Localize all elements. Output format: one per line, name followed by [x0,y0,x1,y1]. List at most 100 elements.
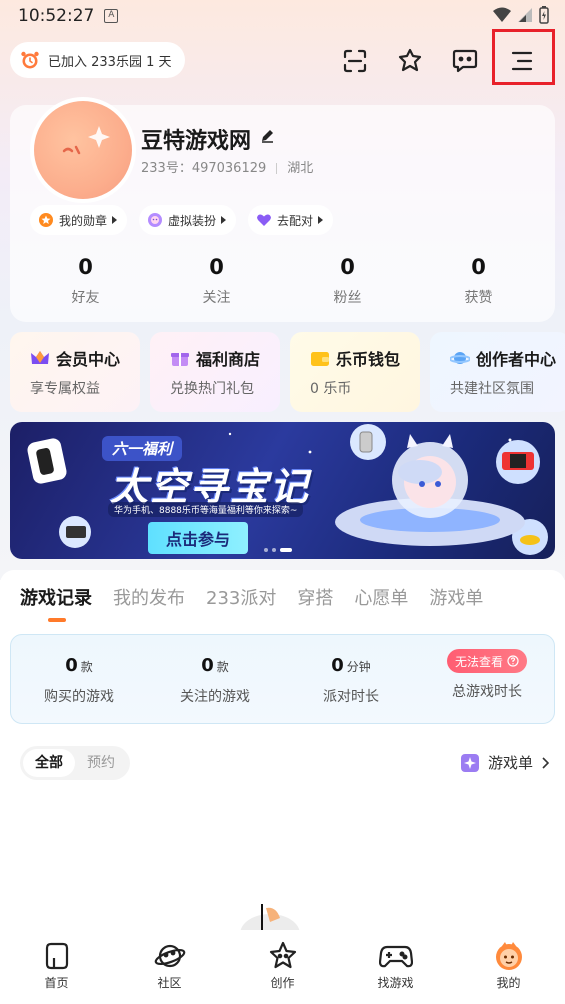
avatar-dress-icon [148,213,163,227]
quick-link-membership[interactable]: 会员中心 享专属权益 [10,332,140,412]
promo-banner[interactable]: 六一福利 太空寻宝记 华为手机、8888乐币等海量福利等你来探索~ 点击参与 [10,422,555,559]
battery-icon [539,6,549,24]
divider [276,163,278,174]
status-badge: A [104,9,119,23]
quick-link-title: 福利商店 [196,350,261,369]
gift-icon [171,353,189,366]
chip-medals[interactable]: 我的勋章 [30,205,128,235]
community-planet-icon [154,944,185,968]
home-icon [45,942,68,970]
user-location: 湖北 [287,161,314,176]
triangle-right-icon [112,216,118,224]
quick-link-wallet[interactable]: 乐币钱包 0 乐币 [290,332,420,412]
chip-label: 虚拟装扮 [168,213,217,228]
stat-label: 粉丝 [333,290,362,306]
content-tabs: 游戏记录 我的发布 233派对 穿搭 心愿单 游戏单 [20,584,504,610]
stat-value: 0 [209,255,224,279]
quick-link-sub: 0 乐币 [310,381,352,397]
nav-community[interactable]: 社区 [120,940,220,991]
game-list-icon [460,753,479,772]
stat-purchased-games[interactable]: 0款 购买的游戏 [11,655,147,706]
avatar-mascot-image [34,101,132,199]
stat-unit: 分钟 [346,660,371,674]
game-list-link[interactable]: 游戏单 [460,752,549,773]
quick-link-title: 乐币钱包 [336,350,401,369]
nav-profile[interactable]: 我的 [459,940,559,991]
puzzle-button[interactable] [393,44,427,78]
quick-link-sub: 兑换热门礼包 [170,381,254,397]
chip-dress-up[interactable]: 虚拟装扮 [139,205,237,235]
profile-card: 豆特游戏网 233号：497036129 湖北 我的勋章 虚拟装扮 去配对 0 好… [10,97,555,322]
nav-find-games[interactable]: 找游戏 [346,940,446,991]
banner-subtitle: 华为手机、8888乐币等海量福利等你来探索~ [108,502,304,517]
stat-following[interactable]: 0 关注 [151,255,282,307]
mascot-peek-image [240,900,300,934]
banner-pager [264,548,292,552]
stat-followed-games[interactable]: 0款 关注的游戏 [147,655,283,706]
stat-party-duration[interactable]: 0 分钟 派对时长 [283,655,419,706]
avatar[interactable] [30,97,136,203]
banner-cta-button[interactable]: 点击参与 [148,522,249,554]
nav-home[interactable]: 首页 [7,940,107,991]
stat-label: 关注的游戏 [180,689,250,705]
cannot-view-badge[interactable]: 无法查看 [446,649,527,673]
profile-mascot-icon [495,942,522,970]
joined-days-pill[interactable]: 已加入 233乐园 1 天 [10,42,186,78]
signal-icon [518,8,532,22]
profile-stats: 0 好友 0 关注 0 粉丝 0 获赞 [10,255,555,307]
status-bar: 10:52:27 A [0,0,565,32]
tab-game-lists[interactable]: 游戏单 [429,584,483,610]
quick-links: 会员中心 享专属权益 福利商店 兑换热门礼包 乐币钱包 0 乐币 创作者中心 共… [10,332,565,412]
tab-wishlist[interactable]: 心愿单 [354,584,408,610]
scan-icon [343,49,367,73]
stat-value: 0 [331,655,344,676]
stat-fans[interactable]: 0 粉丝 [282,255,413,307]
stat-total-play-time[interactable]: 无法查看 总游戏时长 [419,649,555,701]
tab-game-records[interactable]: 游戏记录 [20,584,92,610]
game-stats-card: 0款 购买的游戏 0款 关注的游戏 0 分钟 派对时长 无法查看 总游戏时长 [10,634,555,724]
quick-link-welfare-shop[interactable]: 福利商店 兑换热门礼包 [150,332,280,412]
stat-unit: 款 [216,660,229,674]
chevron-right-icon [542,756,549,769]
filter-all[interactable]: 全部 [23,749,75,777]
stat-value: 0 [340,255,355,279]
nav-label: 首页 [44,976,69,990]
filter-reserved[interactable]: 预约 [75,749,127,777]
status-indicators [493,6,549,24]
user-id-line: 233号：497036129 湖北 [141,157,313,176]
profile-chips: 我的勋章 虚拟装扮 去配对 [30,205,334,235]
edit-icon[interactable] [260,129,274,143]
tab-party[interactable]: 233派对 [206,584,276,610]
quick-link-sub: 享专属权益 [30,381,100,397]
bottom-nav: 首页 社区 创作 找游戏 我的 [0,930,565,1004]
wallet-icon [311,352,329,366]
message-button[interactable] [448,44,482,78]
chip-label: 去配对 [277,213,314,228]
stat-label: 好友 [71,290,100,306]
scan-button[interactable] [338,44,372,78]
top-header: 已加入 233乐园 1 天 [10,42,555,80]
quick-link-title: 会员中心 [56,350,121,369]
tab-my-posts[interactable]: 我的发布 [113,584,185,610]
puzzle-icon [398,48,422,72]
triangle-right-icon [221,216,227,224]
heart-match-icon [257,214,271,226]
crown-icon [31,351,49,364]
planet-icon [450,352,470,364]
nav-create[interactable]: 创作 [233,940,333,991]
stat-likes[interactable]: 0 获赞 [413,255,544,307]
record-filter: 全部 预约 [20,746,130,780]
gamepad-icon [378,945,413,968]
quick-link-creator-center[interactable]: 创作者中心 共建社区氛围 [430,332,565,412]
chip-match[interactable]: 去配对 [248,205,334,235]
nav-label: 我的 [496,976,521,990]
stat-label: 购买的游戏 [44,689,114,705]
help-icon [507,655,519,667]
stat-value: 0 [65,655,78,676]
stat-label: 总游戏时长 [452,684,522,700]
wifi-icon [493,7,511,22]
tab-outfits[interactable]: 穿搭 [297,584,333,610]
menu-highlight-box [492,29,555,85]
stat-value: 0 [471,255,486,279]
stat-friends[interactable]: 0 好友 [20,255,151,307]
